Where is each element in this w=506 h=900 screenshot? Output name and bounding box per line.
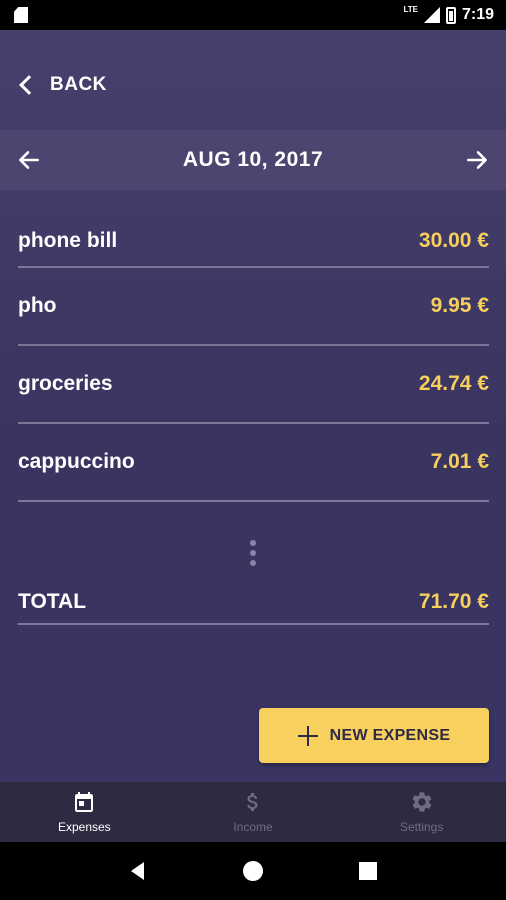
recents-square-icon[interactable] <box>356 859 380 883</box>
home-circle-icon[interactable] <box>241 859 265 883</box>
expense-row[interactable]: groceries 24.74 € <box>18 346 489 424</box>
app-screen: BACK AUG 10, 2017 phone bill 30.00 € pho… <box>0 30 506 782</box>
system-navigation-bar <box>0 842 506 900</box>
plus-icon <box>297 725 318 746</box>
new-expense-label: NEW EXPENSE <box>329 726 451 744</box>
network-type: LTE <box>403 4 418 14</box>
expense-row[interactable]: cappuccino 7.01 € <box>18 424 489 502</box>
expense-amount: 7.01 € <box>430 450 489 473</box>
battery-icon <box>445 6 456 24</box>
dollar-icon <box>247 793 258 811</box>
bottom-navigation: Expenses Income Settings <box>0 782 506 842</box>
expense-row[interactable]: phone bill 30.00 € <box>18 216 489 268</box>
back-button[interactable]: BACK <box>18 74 107 96</box>
clock: 7:19 <box>461 6 494 23</box>
nav-income[interactable]: Income <box>169 782 338 842</box>
status-bar: LTE 7:19 <box>0 0 506 30</box>
arrow-right-icon[interactable] <box>464 147 490 173</box>
expense-amount: 9.95 € <box>430 294 489 317</box>
nav-label: Income <box>233 820 273 834</box>
expense-list: phone bill 30.00 € pho 9.95 € groceries … <box>18 216 489 502</box>
date-navigator: AUG 10, 2017 <box>0 130 506 190</box>
back-triangle-icon[interactable] <box>126 859 150 883</box>
sd-card-icon <box>14 7 28 23</box>
back-label: BACK <box>50 74 107 95</box>
total-row: TOTAL 71.70 € <box>18 581 489 625</box>
nav-settings[interactable]: Settings <box>337 782 506 842</box>
signal-icon <box>423 7 440 23</box>
nav-expenses[interactable]: Expenses <box>0 782 169 842</box>
gear-icon <box>412 792 432 812</box>
nav-label: Settings <box>400 820 444 834</box>
expense-name: cappuccino <box>18 450 135 473</box>
more-vert-icon[interactable] <box>249 540 257 566</box>
expense-name: groceries <box>18 372 113 395</box>
expense-name: pho <box>18 294 57 317</box>
chevron-left-icon <box>19 75 39 95</box>
nav-label: Expenses <box>57 820 111 834</box>
new-expense-button[interactable]: NEW EXPENSE <box>259 708 489 763</box>
expense-name: phone bill <box>18 229 118 252</box>
total-label: TOTAL <box>18 590 87 613</box>
total-amount: 71.70 € <box>418 590 489 613</box>
current-date: AUG 10, 2017 <box>182 148 324 171</box>
expense-row[interactable]: pho 9.95 € <box>18 268 489 346</box>
calendar-icon <box>75 792 94 812</box>
expense-amount: 30.00 € <box>418 229 489 252</box>
expense-amount: 24.74 € <box>418 372 489 395</box>
arrow-left-icon[interactable] <box>16 147 42 173</box>
